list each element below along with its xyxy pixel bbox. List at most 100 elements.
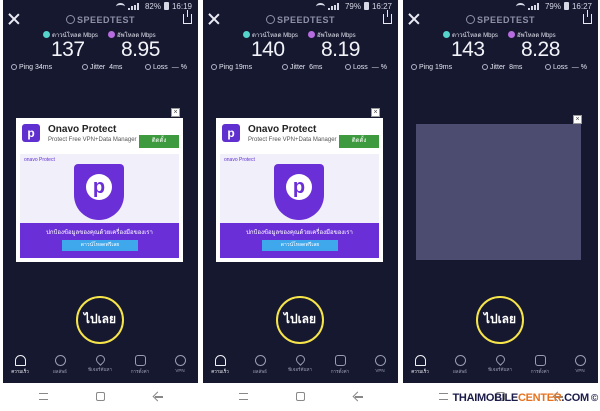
download-value: 143: [451, 38, 485, 61]
check-circle-icon: [54, 355, 66, 366]
bottom-nav: ความเร็ว ผลลัพธ์ ฟีเจอร์ค้นหา การตั้งค่า…: [203, 352, 398, 383]
ad-close-icon[interactable]: ×: [371, 108, 380, 117]
nav-settings[interactable]: การตั้งค่า: [325, 355, 355, 375]
nav-speed[interactable]: ความเร็ว: [205, 355, 235, 375]
loss-metric: Loss — %: [345, 64, 387, 71]
ad-subtitle: Protect Free VPN+Data Manager: [248, 137, 337, 143]
recent-apps-icon[interactable]: [239, 393, 248, 400]
loss-value: — %: [371, 64, 387, 71]
jitter-icon: [82, 64, 88, 70]
nav-search[interactable]: ฟีเจอร์ค้นหา: [85, 353, 115, 373]
share-icon[interactable]: [383, 10, 392, 24]
latency-metrics: Ping 19ms Jitter 8ms Loss — %: [411, 64, 590, 74]
nav-search[interactable]: ฟีเจอร์ค้นหา: [285, 353, 315, 373]
nav-results[interactable]: ผลลัพธ์: [245, 355, 275, 375]
nav-settings[interactable]: การตั้งค่า: [525, 355, 555, 375]
latency-metrics: Ping 34ms Jitter 4ms Loss — %: [11, 64, 190, 74]
nav-results-label: ผลลัพธ์: [253, 369, 267, 374]
watermark-copyright: ©: [590, 393, 598, 404]
go-button[interactable]: ไปเลย: [276, 296, 324, 344]
ad-banner-brand: onavo Protect: [224, 157, 255, 163]
jitter-value: 6ms: [309, 64, 323, 71]
nav-settings[interactable]: การตั้งค่า: [125, 355, 155, 375]
recent-apps-icon[interactable]: [439, 393, 448, 400]
nav-vpn[interactable]: VPN: [365, 355, 395, 373]
nav-settings-label: การตั้งค่า: [330, 369, 350, 374]
loss-label: Loss: [353, 64, 368, 71]
loss-label: Loss: [153, 64, 168, 71]
ping-icon: [11, 64, 17, 70]
nav-vpn[interactable]: VPN: [165, 355, 195, 373]
loss-icon: [545, 64, 551, 70]
download-arrow-icon: [43, 31, 50, 38]
nav-results[interactable]: ผลลัพธ์: [45, 355, 75, 375]
jitter-icon: [482, 64, 488, 70]
ad-cta-button[interactable]: ดาวน์โหลดฟรีเลย: [62, 240, 138, 251]
phone-screen-2: 79% 16:27 SPEEDTEST ดาวน์โหลด Mbps อัพโห…: [203, 0, 398, 383]
check-circle-icon: [454, 355, 466, 366]
jitter-label: Jitter: [290, 64, 306, 71]
back-icon[interactable]: [353, 392, 363, 401]
upload-value: 8.28: [521, 38, 560, 61]
signal-icon: [327, 2, 342, 10]
ad-title: Onavo Protect: [248, 124, 317, 135]
clock: 16:19: [171, 1, 192, 11]
recent-apps-icon[interactable]: [39, 393, 48, 400]
ad-banner[interactable]: p Onavo Protect Protect Free VPN+Data Ma…: [216, 118, 383, 262]
home-icon[interactable]: [296, 392, 305, 401]
ad-cta-button[interactable]: ดาวน์โหลดฟรีเลย: [262, 240, 338, 251]
onavo-logo-icon: p: [22, 124, 40, 142]
go-button[interactable]: ไปเลย: [476, 296, 524, 344]
home-icon[interactable]: [96, 392, 105, 401]
check-circle-icon: [254, 355, 266, 366]
clock: 16:27: [371, 1, 392, 11]
brand-name: SPEEDTEST: [76, 15, 135, 25]
ad-close-icon[interactable]: ×: [573, 115, 582, 124]
ping-metric: Ping 19ms: [411, 64, 452, 71]
ping-value: 34ms: [35, 64, 53, 71]
watermark-accent: CENTER: [517, 392, 562, 404]
ad-close-icon[interactable]: ×: [171, 108, 180, 117]
nav-search-label: ฟีเจอร์ค้นหา: [487, 367, 513, 372]
nav-results[interactable]: ผลลัพธ์: [445, 355, 475, 375]
nav-search[interactable]: ฟีเจอร์ค้นหา: [485, 353, 515, 373]
share-icon[interactable]: [183, 10, 192, 24]
ping-metric: Ping 19ms: [211, 64, 252, 71]
nav-search-label: ฟีเจอร์ค้นหา: [287, 367, 313, 372]
wifi-icon: [515, 2, 525, 10]
shield-icon: p: [274, 164, 324, 220]
status-bar: 79% 16:27: [203, 0, 398, 12]
upload-arrow-icon: [308, 31, 315, 38]
jitter-label: Jitter: [490, 64, 506, 71]
ad-title: Onavo Protect: [48, 124, 117, 135]
nav-vpn-label: VPN: [375, 368, 385, 373]
ad-placeholder[interactable]: [416, 124, 581, 260]
clock: 16:27: [571, 1, 592, 11]
ping-value: 19ms: [235, 64, 253, 71]
gauge-icon: [14, 355, 26, 366]
nav-vpn[interactable]: VPN: [565, 355, 595, 373]
download-value: 140: [251, 38, 285, 61]
jitter-label: Jitter: [90, 64, 106, 71]
signal-icon: [527, 2, 542, 10]
ad-install-button[interactable]: ติดตั้ง: [339, 135, 379, 148]
speedtest-logo-icon: [65, 15, 75, 24]
go-button[interactable]: ไปเลย: [76, 296, 124, 344]
bottom-nav: ความเร็ว ผลลัพธ์ ฟีเจอร์ค้นหา การตั้งค่า…: [3, 352, 198, 383]
ad-install-button[interactable]: ติดตั้ง: [139, 135, 179, 148]
latency-metrics: Ping 19ms Jitter 6ms Loss — %: [211, 64, 390, 74]
share-icon[interactable]: [583, 10, 592, 24]
app-brand: SPEEDTEST: [403, 15, 598, 25]
nav-speed[interactable]: ความเร็ว: [5, 355, 35, 375]
watermark-main: THAIMOBILE: [452, 392, 519, 404]
ad-banner[interactable]: p Onavo Protect Protect Free VPN+Data Ma…: [16, 118, 183, 262]
map-pin-icon: [93, 353, 107, 366]
ping-icon: [211, 64, 217, 70]
battery-percent: 79%: [544, 1, 561, 11]
nav-results-label: ผลลัพธ์: [53, 369, 67, 374]
top-bar: SPEEDTEST: [403, 10, 598, 30]
back-icon[interactable]: [153, 392, 163, 401]
ad-tagline: ปกป้องข้อมูลของคุณด้วยเครื่องมือของเรา: [246, 230, 353, 236]
nav-speed[interactable]: ความเร็ว: [405, 355, 435, 375]
system-nav-bar: [3, 383, 198, 411]
